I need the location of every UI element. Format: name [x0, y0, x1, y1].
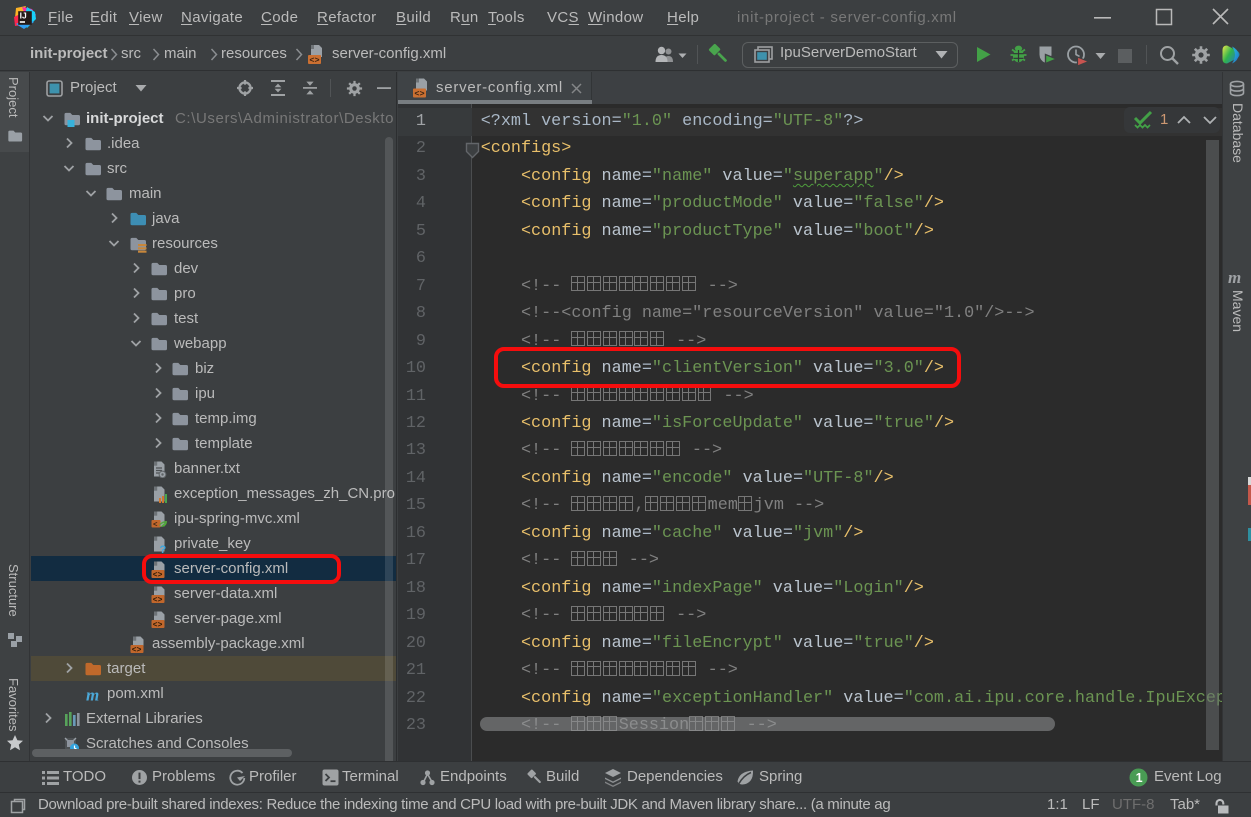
- svg-text:IJ: IJ: [20, 11, 27, 21]
- svg-text:<>: <>: [309, 56, 319, 65]
- svg-text:1: 1: [1136, 771, 1143, 785]
- svg-text:<>: <>: [414, 89, 424, 99]
